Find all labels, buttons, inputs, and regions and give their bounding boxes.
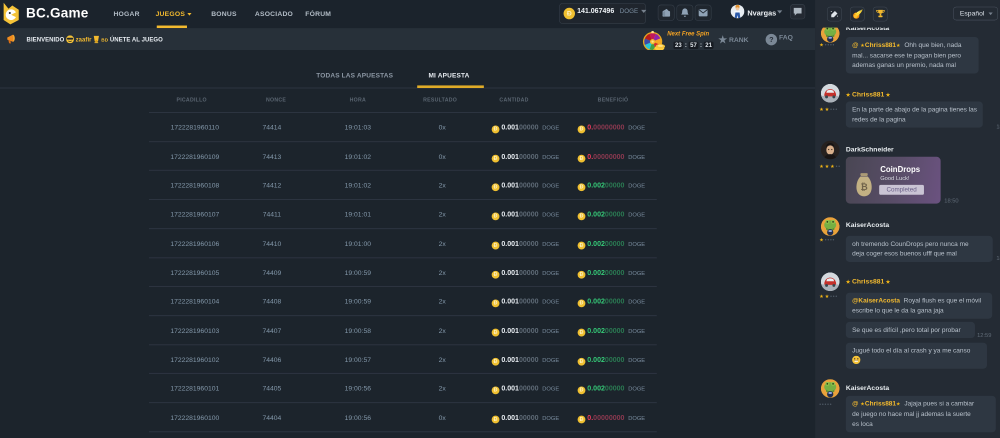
svg-text:₿: ₿ [860, 182, 867, 192]
